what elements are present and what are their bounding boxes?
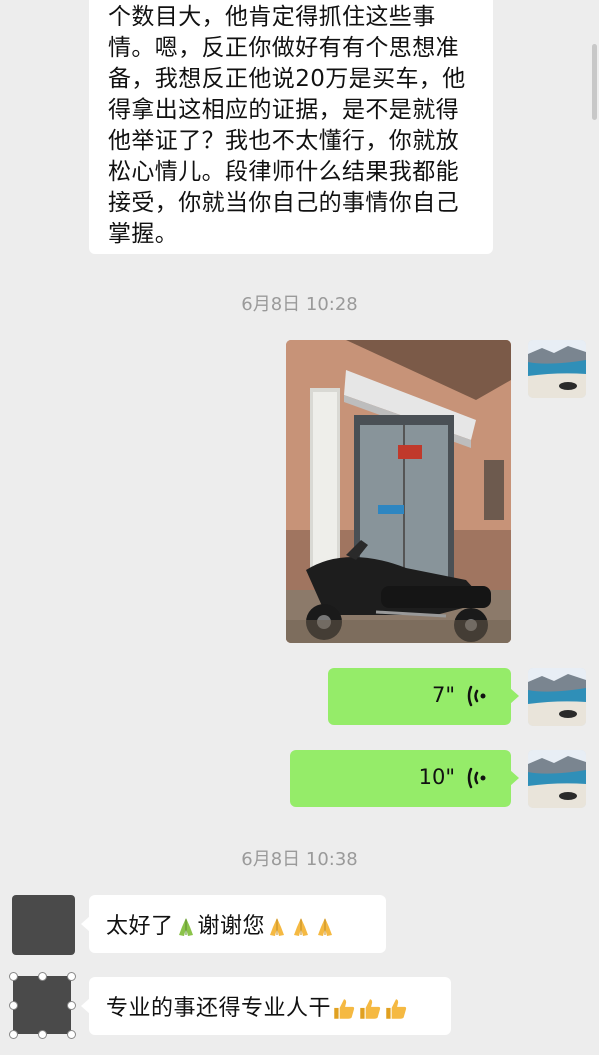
selection-handle[interactable] <box>9 1030 18 1039</box>
incoming-text-message[interactable]: 个数目大，他肯定得抓住这些事情。嗯，反正你做好有有个思想准备，我想反正他说20万… <box>89 0 493 254</box>
selection-handle[interactable] <box>9 1001 18 1010</box>
incoming-text-message[interactable]: 太好了 谢谢您 <box>81 895 386 953</box>
photo-message[interactable] <box>286 340 511 643</box>
message-text-part: 专业的事还得专业人干 <box>106 996 332 1021</box>
message-text-part: 太好了 <box>106 914 174 939</box>
building-photo <box>286 340 511 643</box>
contact-avatar[interactable] <box>12 895 75 955</box>
voice-duration: 10" <box>418 765 455 789</box>
scrollbar[interactable] <box>592 44 597 120</box>
voice-wave-icon <box>467 767 486 789</box>
voice-message-2[interactable]: 10" <box>290 750 519 807</box>
message-text: 专业的事还得专业人干 <box>106 990 409 1022</box>
contact-avatar[interactable] <box>13 976 71 1034</box>
message-text-part: 谢谢您 <box>197 914 266 939</box>
selection-handle[interactable] <box>9 972 18 981</box>
my-avatar[interactable] <box>528 340 586 398</box>
incoming-text-message[interactable]: 专业的事还得专业人干 <box>81 977 451 1035</box>
folded-hands-emoji-icon <box>294 918 309 936</box>
lake-landscape-icon <box>528 668 586 726</box>
voice-duration: 7" <box>431 683 455 707</box>
timestamp: 6月8日 10:28 <box>241 294 358 315</box>
selection-handle[interactable] <box>67 972 76 981</box>
my-avatar[interactable] <box>528 750 586 808</box>
folded-hands-emoji-icon <box>270 918 285 936</box>
voice-wave-icon <box>467 685 486 707</box>
selection-handle[interactable] <box>67 1030 76 1039</box>
thumbs-up-emoji-icon <box>334 999 355 1019</box>
thumbs-up-emoji-icon <box>360 999 381 1019</box>
thumbs-up-emoji-icon <box>386 999 407 1019</box>
selection-handle[interactable] <box>67 1001 76 1010</box>
lake-landscape-icon <box>528 340 586 398</box>
selection-handle[interactable] <box>38 1030 47 1039</box>
selection-handle[interactable] <box>38 972 47 981</box>
timestamp: 6月8日 10:38 <box>241 849 358 870</box>
folded-hands-emoji-icon <box>318 918 333 936</box>
chat-screen: 个数目大，他肯定得抓住这些事情。嗯，反正你做好有有个思想准备，我想反正他说20万… <box>0 0 599 1055</box>
my-avatar[interactable] <box>528 668 586 726</box>
message-text: 个数目大，他肯定得抓住这些事情。嗯，反正你做好有有个思想准备，我想反正他说20万… <box>108 4 466 247</box>
message-text: 太好了 谢谢您 <box>106 908 337 940</box>
folded-hands-emoji-icon <box>178 918 193 936</box>
voice-message-1[interactable]: 7" <box>328 668 519 725</box>
lake-landscape-icon <box>528 750 586 808</box>
